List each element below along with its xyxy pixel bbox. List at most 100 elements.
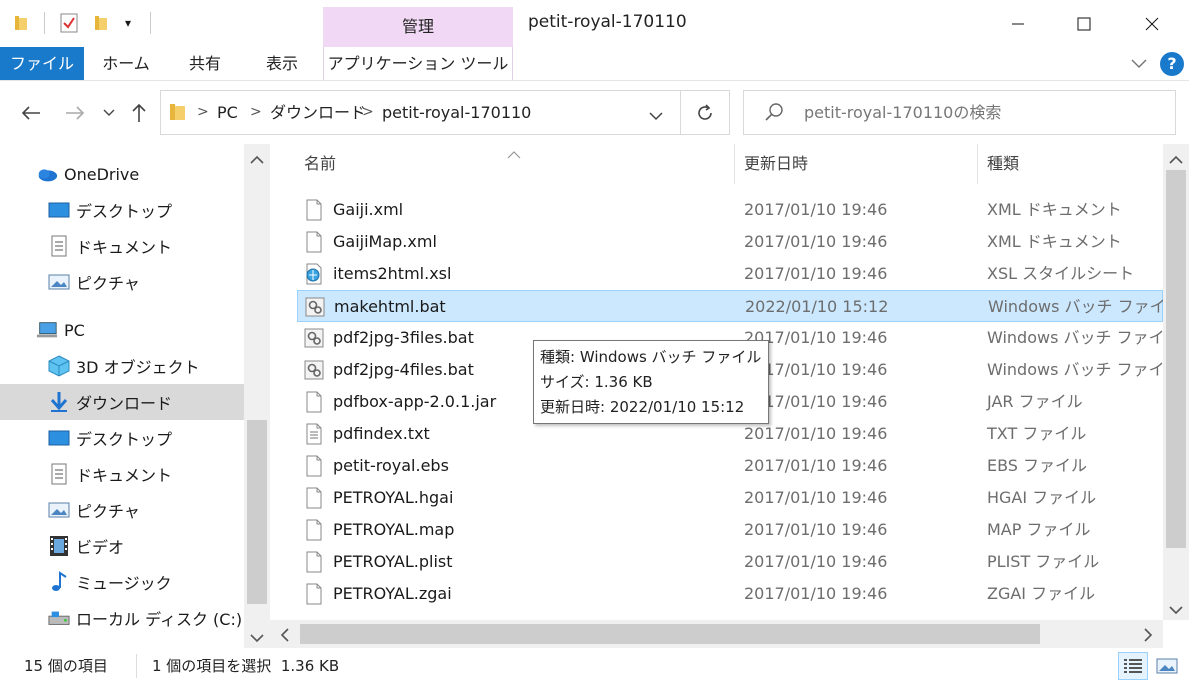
file-type: HGAI ファイル	[987, 488, 1097, 507]
file-info-tooltip: 種類: Windows バッチ ファイル サイズ: 1.36 KB 更新日時: …	[533, 340, 769, 424]
scroll-down-icon[interactable]	[1169, 600, 1183, 615]
recent-locations-chevron-icon[interactable]	[98, 98, 120, 128]
column-divider[interactable]	[977, 144, 978, 184]
file-icon	[303, 551, 325, 573]
scroll-up-icon[interactable]	[250, 150, 264, 164]
file-icon	[303, 391, 325, 413]
nav-item-3d-objects[interactable]: 3D オブジェクト	[0, 348, 244, 384]
nav-scrollbar-thumb[interactable]	[247, 420, 267, 604]
file-icon	[303, 487, 325, 509]
column-header-name[interactable]: 名前	[304, 144, 336, 184]
nav-label: ミュージック	[76, 574, 172, 593]
navigation-pane: OneDrive デスクトップ ドキュメント ピクチャ PC 3D オブジェクト…	[0, 144, 270, 648]
breadcrumb-separator-icon[interactable]: >	[197, 91, 209, 134]
cube-icon	[48, 355, 70, 377]
ribbon-expand-chevron-icon[interactable]	[1128, 53, 1150, 75]
xsl-icon	[303, 263, 325, 285]
tab-home[interactable]: ホーム	[96, 47, 156, 80]
file-name: petit-royal.ebs	[333, 456, 449, 475]
list-horizontal-scrollbar-thumb[interactable]	[300, 624, 1040, 644]
breadcrumb-downloads[interactable]: ダウンロード	[270, 91, 366, 134]
cloud-icon	[36, 163, 58, 185]
nav-item-videos[interactable]: ビデオ	[0, 528, 244, 564]
nav-item-onedrive[interactable]: OneDrive	[0, 156, 244, 192]
breadcrumb-current-folder[interactable]: petit-royal-170110	[382, 91, 531, 134]
tab-file[interactable]: ファイル	[0, 47, 84, 80]
properties-icon[interactable]	[58, 12, 80, 34]
help-button[interactable]: ?	[1160, 52, 1184, 76]
breadcrumb-separator-icon[interactable]: >	[250, 91, 262, 134]
file-row[interactable]: Gaiji.xml 2017/01/10 19:46 XML ドキュメント	[297, 194, 1163, 226]
nav-label: ドキュメント	[76, 238, 173, 257]
file-name: pdf2jpg-3files.bat	[333, 328, 474, 347]
search-box[interactable]: petit-royal-170110の検索	[743, 90, 1176, 135]
file-row[interactable]: petit-royal.ebs 2017/01/10 19:46 EBS ファイル	[297, 450, 1163, 482]
up-button[interactable]	[124, 98, 154, 128]
column-divider[interactable]	[734, 144, 735, 184]
download-icon	[48, 391, 70, 413]
tooltip-modified: 更新日時: 2022/01/10 15:12	[540, 398, 745, 416]
file-row[interactable]: PETROYAL.plist 2017/01/10 19:46 PLIST ファイル	[297, 546, 1163, 578]
nav-item-pc[interactable]: PC	[0, 312, 244, 348]
file-row[interactable]: PETROYAL.zgai 2017/01/10 19:46 ZGAI ファイル	[297, 578, 1163, 610]
file-icon	[303, 455, 325, 477]
disk-icon	[48, 607, 70, 629]
batch-icon	[303, 359, 325, 381]
file-row[interactable]: GaijiMap.xml 2017/01/10 19:46 XML ドキュメント	[297, 226, 1163, 258]
file-name: pdf2jpg-4files.bat	[333, 360, 474, 379]
column-header-type[interactable]: 種類	[987, 144, 1019, 184]
nav-item-desktop[interactable]: デスクトップ	[0, 192, 244, 228]
back-button[interactable]	[16, 98, 46, 128]
nav-item-downloads[interactable]: ダウンロード	[0, 384, 244, 420]
file-row[interactable]: makehtml.bat 2022/01/10 15:12 Windows バッチ …	[297, 290, 1163, 322]
file-name: pdfindex.txt	[333, 424, 430, 443]
nav-item-documents[interactable]: ドキュメント	[0, 456, 244, 492]
close-button[interactable]	[1118, 0, 1186, 47]
minimize-button[interactable]	[984, 0, 1052, 47]
file-row[interactable]: items2html.xsl 2017/01/10 19:46 XSL スタイルシー…	[297, 258, 1163, 290]
new-folder-icon[interactable]	[92, 12, 112, 34]
breadcrumb-pc[interactable]: PC	[217, 91, 238, 134]
file-row[interactable]: PETROYAL.hgai 2017/01/10 19:46 HGAI ファイル	[297, 482, 1163, 514]
list-vertical-scrollbar-thumb[interactable]	[1166, 170, 1186, 548]
folder-icon[interactable]	[12, 12, 32, 34]
tab-application-tools[interactable]: アプリケーション ツール	[323, 47, 513, 80]
picture-icon	[48, 499, 70, 521]
maximize-button[interactable]	[1050, 0, 1118, 47]
nav-item-local-disk[interactable]: ローカル ディスク (C:)	[0, 600, 244, 636]
tab-share[interactable]: 共有	[178, 47, 232, 80]
forward-button[interactable]	[60, 98, 90, 128]
address-dropdown-chevron-icon[interactable]	[649, 106, 665, 121]
file-date: 2017/01/10 19:46	[744, 232, 888, 251]
file-type: XML ドキュメント	[987, 200, 1122, 219]
desktop-icon	[48, 199, 70, 221]
nav-item-pictures[interactable]: ピクチャ	[0, 264, 244, 300]
file-type: Windows バッチ ファイル	[987, 360, 1163, 379]
breadcrumb-separator-icon[interactable]: >	[362, 91, 374, 134]
manage-context-tab[interactable]: 管理	[323, 7, 513, 47]
column-header-date[interactable]: 更新日時	[744, 144, 808, 184]
scroll-up-icon[interactable]	[1169, 150, 1183, 164]
file-date: 2017/01/10 19:46	[744, 520, 888, 539]
nav-item-documents[interactable]: ドキュメント	[0, 228, 244, 264]
nav-item-pictures[interactable]: ピクチャ	[0, 492, 244, 528]
nav-item-music[interactable]: ミュージック	[0, 564, 244, 600]
file-type: JAR ファイル	[987, 392, 1083, 411]
file-icon	[303, 519, 325, 541]
scroll-down-icon[interactable]	[250, 628, 264, 643]
address-bar[interactable]: > PC > ダウンロード > petit-royal-170110	[160, 90, 681, 135]
scroll-left-icon[interactable]	[280, 627, 292, 642]
scroll-right-icon[interactable]	[1143, 627, 1155, 642]
file-row[interactable]: PETROYAL.map 2017/01/10 19:46 MAP ファイル	[297, 514, 1163, 546]
refresh-button[interactable]	[680, 90, 730, 135]
video-icon	[48, 535, 70, 557]
window-title: petit-royal-170110	[528, 12, 687, 32]
quick-access-dropdown-icon[interactable]: ▾	[118, 12, 138, 34]
nav-item-desktop[interactable]: デスクトップ	[0, 420, 244, 456]
large-icons-view-button[interactable]	[1152, 652, 1182, 680]
nav-label: ローカル ディスク (C:)	[76, 610, 243, 629]
tab-view[interactable]: 表示	[254, 47, 310, 80]
sort-ascending-icon	[507, 144, 523, 159]
document-icon	[48, 235, 70, 257]
details-view-button[interactable]	[1118, 652, 1148, 680]
